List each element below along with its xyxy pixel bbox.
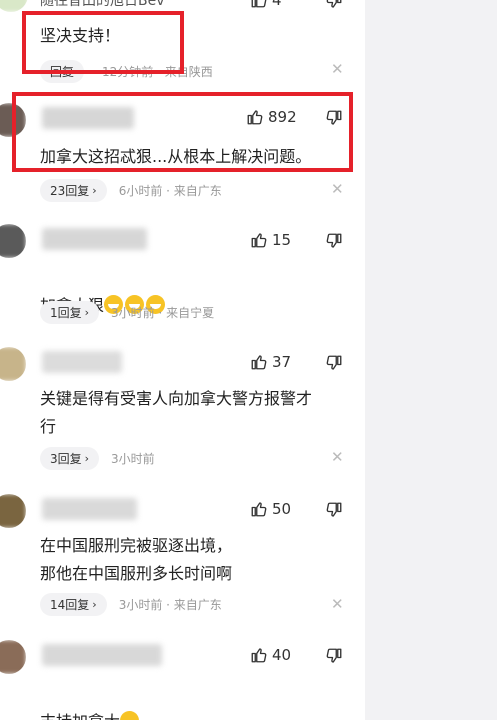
comment-text: 支持加拿大: [40, 680, 350, 720]
like-count: 50: [272, 500, 292, 518]
avatar[interactable]: [0, 640, 26, 674]
avatar[interactable]: [0, 494, 26, 528]
chevron-right-icon: ›: [84, 306, 90, 319]
avatar[interactable]: [0, 224, 26, 258]
timestamp-location: 6小时前 · 来自广东: [118, 184, 222, 198]
thumbs-down-icon[interactable]: [325, 647, 343, 665]
comment-item: 37 关键是得有受害人向加拿大警方报警才 行 3回复 › 3小时前 ✕: [0, 345, 365, 475]
thumbs-up-icon: [250, 353, 268, 371]
like-count: 15: [272, 231, 292, 249]
reply-button[interactable]: 23回复 ›: [40, 179, 107, 202]
comment-meta: 14回复 › 3小时前 · 来自广东: [40, 593, 222, 616]
side-panel: [365, 0, 497, 720]
like-button[interactable]: 50: [250, 500, 291, 518]
comment-meta: 1回复 › 3小时前 · 来自宁夏: [40, 301, 214, 324]
like-button[interactable]: 37: [250, 353, 291, 371]
timestamp-location: 3小时前 · 来自广东: [118, 598, 222, 612]
reply-count: 3回复: [50, 452, 82, 466]
close-icon[interactable]: ✕: [331, 595, 344, 613]
timestamp: 3小时前: [111, 452, 155, 466]
thumbs-up-icon: [250, 646, 268, 664]
thumbs-up-icon: [250, 500, 268, 518]
grin-emoji-icon: [120, 711, 140, 720]
close-icon[interactable]: ✕: [331, 180, 344, 198]
reply-count: 23回复: [50, 184, 90, 198]
comment-item: 50 在中国服刑完被驱逐出境， 那他在中国服刑多长时间啊 14回复 › 3小时前…: [0, 492, 365, 622]
username-blurred[interactable]: [42, 644, 162, 666]
close-icon[interactable]: ✕: [331, 448, 344, 466]
reply-button[interactable]: 3回复 ›: [40, 447, 100, 470]
thumbs-down-icon[interactable]: [325, 501, 343, 519]
reply-count: 14回复: [50, 598, 90, 612]
like-count: 37: [272, 353, 292, 371]
username-blurred[interactable]: [42, 498, 137, 520]
comment-text-content: 支持加拿大: [40, 712, 120, 720]
highlight-box: [22, 11, 184, 74]
thumbs-down-icon[interactable]: [325, 354, 343, 372]
avatar[interactable]: [0, 347, 26, 381]
comment-text: 在中国服刑完被驱逐出境， 那他在中国服刑多长时间啊: [40, 536, 233, 583]
comment-text: 关键是得有受害人向加拿大警方报警才 行: [40, 389, 313, 436]
comment-meta: 3回复 › 3小时前: [40, 447, 155, 470]
comment-item: 40 支持加拿大: [0, 638, 365, 720]
chevron-right-icon: ›: [92, 184, 97, 197]
highlight-box: [12, 92, 353, 172]
username-blurred[interactable]: [42, 351, 122, 373]
comment-meta: 23回复 › 6小时前 · 来自广东: [40, 179, 222, 202]
reply-button[interactable]: 1回复 ›: [40, 301, 100, 324]
close-icon[interactable]: ✕: [331, 60, 344, 78]
like-count: 40: [272, 646, 292, 664]
reply-count: 1回复: [50, 306, 82, 320]
thumbs-down-icon[interactable]: [325, 232, 343, 250]
chevron-right-icon: ›: [92, 598, 97, 611]
like-button[interactable]: 40: [250, 646, 291, 664]
thumbs-up-icon: [250, 231, 268, 249]
chevron-right-icon: ›: [84, 452, 90, 465]
comment-item: 15 加拿大狠 1回复 › 3小时前 · 来自宁夏: [0, 222, 365, 332]
like-button[interactable]: 15: [250, 231, 291, 249]
username-blurred[interactable]: [42, 228, 147, 250]
timestamp-location: 3小时前 · 来自宁夏: [111, 306, 215, 320]
reply-button[interactable]: 14回复 ›: [40, 593, 107, 616]
